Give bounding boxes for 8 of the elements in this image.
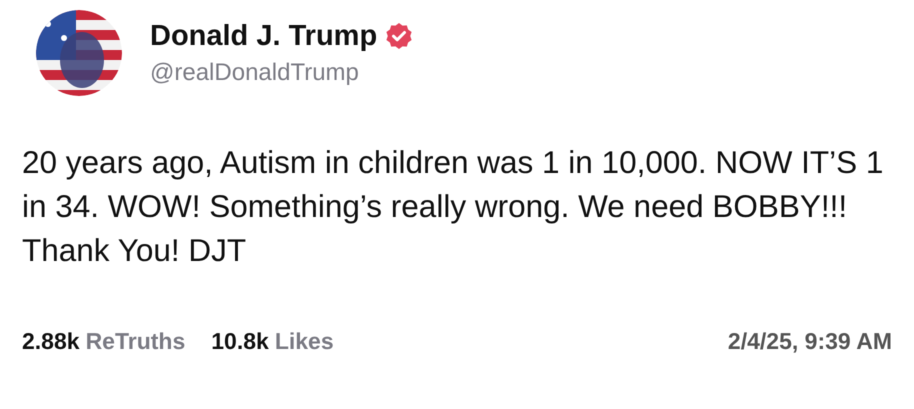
stat-count: 2.88k — [22, 328, 80, 355]
author-handle: @realDonaldTrump — [150, 58, 360, 86]
stat-label[interactable]: Likes — [274, 328, 334, 355]
stat-count: 10.8k — [211, 328, 269, 355]
author-name: Donald J. Trump — [150, 20, 378, 52]
timestamp: 2/4/25, 9:39 AM — [728, 328, 892, 355]
post-text: 20 years ago, Autism in children was 1 in 10,000. NOW IT’S 1 in 34. WOW! Something’s really wrong. We need BOBBY!!! Thank You! DJT — [22, 143, 884, 270]
stat-label[interactable]: ReTruths — [86, 328, 186, 355]
